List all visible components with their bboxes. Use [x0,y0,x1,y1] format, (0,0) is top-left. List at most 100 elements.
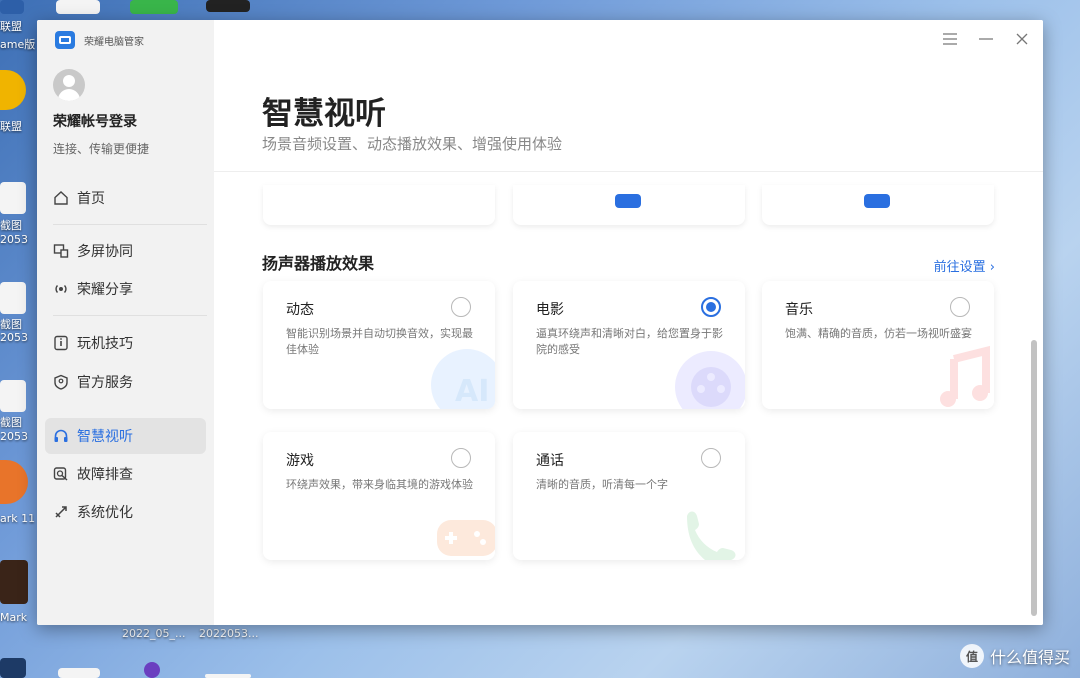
sidebar-item-label: 官方服务 [77,375,133,391]
sidebar-item-home[interactable]: 首页 [45,180,206,216]
toggle-switch[interactable] [615,194,641,208]
effect-card-music[interactable]: 音乐 饱满、精确的音质，仿若一场视听盛宴 [762,281,994,409]
desktop-label: 2053 [0,331,28,344]
sidebar-item-label: 首页 [77,191,105,207]
radio-button[interactable] [701,448,721,468]
desktop-label: 2022053... [199,627,259,640]
desktop-label: 截图 [0,416,22,429]
sidebar: 荣耀电脑管家 荣耀帐号登录 连接、传输更便捷 首页 多屏协同 荣耀分享 玩机技巧… [37,20,214,625]
app-logo-icon [55,31,75,49]
desktop-file-icon[interactable] [58,668,100,678]
card-title: 游戏 [286,453,314,469]
card-title: 电影 [536,302,564,318]
effect-card-film[interactable]: 电影 逼真环绕声和清晰对白，给您置身于影院的感受 [513,281,745,409]
desktop-label: 联盟 [0,20,22,33]
card-desc: 逼真环绕声和清晰对白，给您置身于影院的感受 [536,327,723,356]
divider [53,224,207,225]
sidebar-item-label: 玩机技巧 [77,336,133,352]
watermark: 值 什么值得买 [959,644,1070,668]
close-icon[interactable] [1011,28,1033,50]
sidebar-item-smart-av[interactable]: 智慧视听 [45,418,206,454]
header-divider [214,171,1043,172]
desktop-app-icon[interactable] [0,560,28,604]
desktop-label: ark 11 [0,512,36,525]
desktop-label: ame版 [0,38,36,51]
sidebar-item-label: 荣耀分享 [77,282,133,298]
app-title: 荣耀电脑管家 [84,36,144,48]
desktop-app-icon[interactable] [144,662,160,678]
card-title: 通话 [536,453,564,469]
desktop-label: Mark [0,611,28,624]
account-subtitle: 连接、传输更便捷 [53,142,150,156]
scrolled-card[interactable] [263,185,495,225]
optimize-icon [53,504,69,520]
scrollbar[interactable] [1031,340,1037,616]
radio-button[interactable] [950,297,970,317]
app-title-bar: 荣耀电脑管家 [55,31,144,49]
sidebar-item-service[interactable]: 官方服务 [45,364,206,400]
window-controls [939,28,1033,50]
scrolled-card[interactable] [762,185,994,225]
scrolled-card[interactable] [513,185,745,225]
desktop-app-icon[interactable] [0,70,26,110]
multi-screen-icon [53,243,69,259]
effect-card-dynamic[interactable]: AI 动态 智能识别场景并自动切换音效，实现最佳体验 [263,281,495,409]
desktop-file-icon[interactable] [0,282,26,314]
sidebar-item-label: 系统优化 [77,505,133,521]
radio-button-checked[interactable] [701,297,721,317]
section-title: 扬声器播放效果 [262,254,375,273]
sidebar-item-troubleshoot[interactable]: 故障排查 [45,456,206,492]
card-title: 动态 [286,302,314,318]
effect-card-game[interactable]: 游戏 环绕声效果，带来身临其境的游戏体验 [263,432,495,560]
desktop-app-icon[interactable] [0,0,24,14]
desktop-shortcut-icon[interactable] [130,0,178,14]
headphones-icon [53,428,69,444]
svg-text:AI: AI [455,374,489,409]
effect-card-call[interactable]: 通话 清晰的音质，听清每一个字 [513,432,745,560]
watermark-badge: 值 [959,644,984,668]
page-title: 智慧视听 [262,96,386,132]
account-login-link[interactable]: 荣耀帐号登录 [53,111,137,131]
go-to-settings-link[interactable]: 前往设置 › [934,256,995,275]
desktop-label: 2053 [0,430,28,443]
tips-icon [53,335,69,351]
menu-icon[interactable] [939,28,961,50]
radio-button[interactable] [451,297,471,317]
card-desc: 清晰的音质，听清每一个字 [536,478,668,491]
card-title: 音乐 [785,302,813,318]
card-desc: 饱满、精确的音质，仿若一场视听盛宴 [785,327,972,340]
card-desc: 环绕声效果，带来身临其境的游戏体验 [286,478,473,491]
desktop-app-icon[interactable] [0,658,26,678]
watermark-text: 什么值得买 [989,648,1070,667]
radio-button[interactable] [451,448,471,468]
desktop-file-icon[interactable] [56,0,100,14]
sidebar-item-label: 智慧视听 [77,429,133,445]
desktop-image-icon[interactable] [206,0,250,12]
sidebar-item-optimize[interactable]: 系统优化 [45,494,206,530]
card-desc: 智能识别场景并自动切换音效，实现最佳体验 [286,327,473,356]
desktop-app-icon[interactable] [0,460,28,504]
sidebar-item-label: 故障排查 [77,467,133,483]
avatar[interactable] [53,69,85,101]
share-icon [53,281,69,297]
sidebar-item-multi-screen[interactable]: 多屏协同 [45,233,206,269]
desktop-file-icon[interactable] [205,674,251,678]
toggle-switch[interactable] [864,194,890,208]
desktop-label: 联盟 [0,120,22,133]
minimize-icon[interactable] [975,28,997,50]
sidebar-item-label: 多屏协同 [77,244,133,260]
app-window: 荣耀电脑管家 荣耀帐号登录 连接、传输更便捷 首页 多屏协同 荣耀分享 玩机技巧… [37,20,1043,625]
desktop-file-icon[interactable] [0,380,26,412]
sidebar-item-share[interactable]: 荣耀分享 [45,271,206,307]
sidebar-item-tips[interactable]: 玩机技巧 [45,325,206,361]
desktop-label: 截图 [0,219,22,232]
section-link-label: 前往设置 [933,260,986,275]
desktop-file-icon[interactable] [0,182,26,214]
desktop-label: 截图 [0,318,22,331]
home-icon [53,190,69,206]
troubleshoot-icon [53,466,69,482]
desktop-label: 2053 [0,233,28,246]
divider [53,315,207,316]
page-subtitle: 场景音频设置、动态播放效果、增强使用体验 [262,135,563,153]
service-icon [53,374,69,390]
